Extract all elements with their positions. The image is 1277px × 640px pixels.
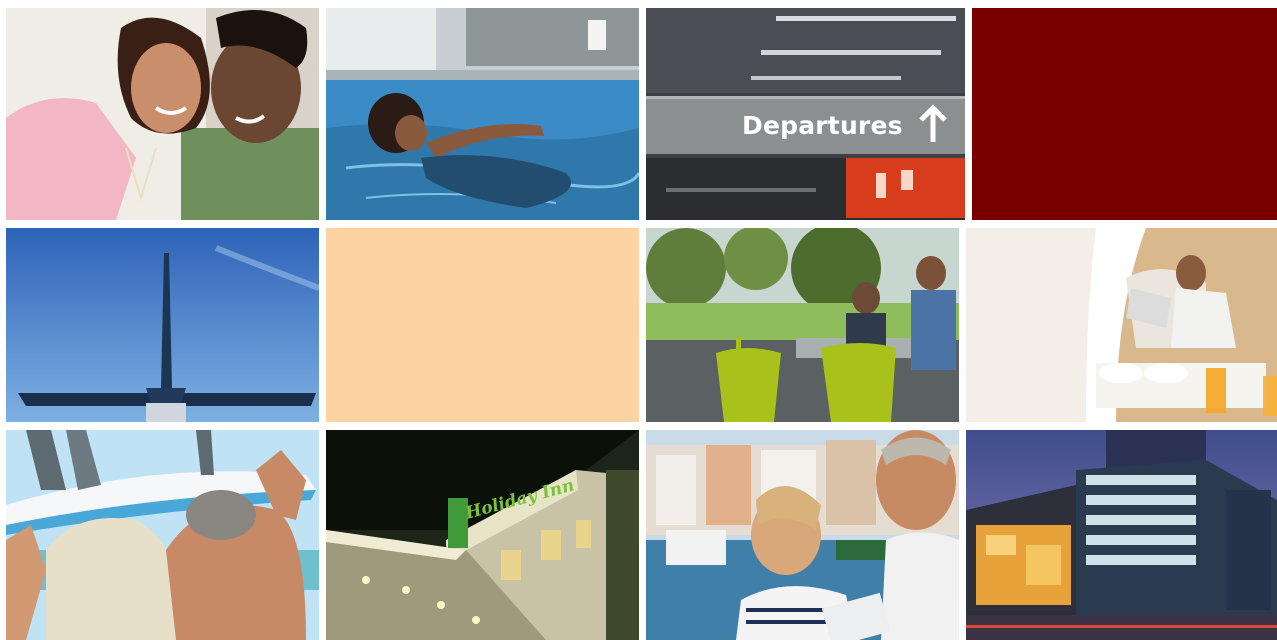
cafe-terrace-photo-image (646, 228, 959, 422)
beach-surf-photo-tile (6, 430, 319, 640)
glass-hotel-photo-tile (966, 430, 1277, 640)
couple-photo-image (6, 8, 319, 220)
airplane-tail-photo-image (6, 228, 319, 422)
couple-photo-tile (6, 8, 319, 220)
peach-color-tile (326, 228, 639, 422)
holiday-inn-photo-tile: Holiday Inn (326, 430, 639, 640)
airplane-tail-photo-tile (6, 228, 319, 422)
breakfast-in-bed-photo-tile (966, 228, 1277, 422)
pool-photo-tile (326, 8, 639, 220)
cafe-terrace-photo-tile (646, 228, 959, 422)
harbour-couple-photo-tile (646, 430, 959, 640)
beach-surf-photo-image (6, 430, 319, 640)
departures-photo-tile: Departures (646, 8, 965, 220)
departures-sign-text: Departures (742, 111, 903, 140)
pool-photo-image (326, 8, 639, 220)
breakfast-in-bed-photo-image (966, 228, 1277, 422)
harbour-couple-photo-image (646, 430, 959, 640)
glass-hotel-photo-image (966, 430, 1277, 640)
dark-red-color-tile (972, 8, 1277, 220)
holiday-inn-photo-image (326, 430, 639, 640)
